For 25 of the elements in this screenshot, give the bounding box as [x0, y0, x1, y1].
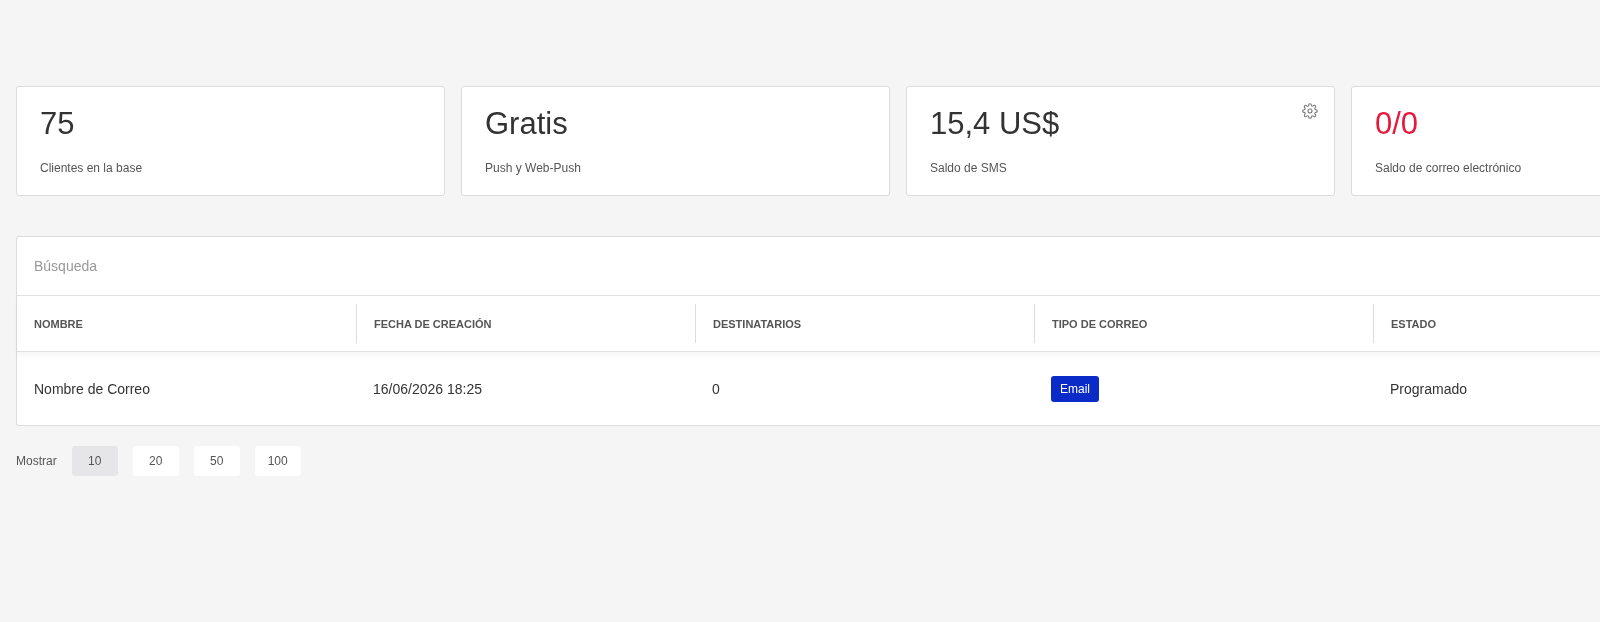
page-size-button[interactable]: 100 — [254, 446, 301, 476]
column-header: FECHA DE CREACIÓN — [356, 304, 695, 343]
page-size-label: Mostrar — [16, 454, 57, 468]
table-cell-text: Nombre de Correo — [33, 380, 151, 397]
table-cell-text: 0 — [711, 380, 721, 397]
page-size-button[interactable]: 20 — [132, 446, 179, 476]
column-header: TIPO DE CORREO — [1034, 304, 1373, 343]
table-cell-text: Programado — [1389, 380, 1469, 397]
page-size-button[interactable]: 10 — [71, 446, 118, 476]
column-header: ESTADO — [1373, 304, 1600, 343]
page-size-button[interactable]: 50 — [193, 446, 240, 476]
column-header: NOMBRE — [33, 316, 84, 332]
stat-value: Gratis — [485, 105, 569, 143]
stat-value: 0/0 — [1375, 105, 1420, 143]
table-cell-text: 16/06/2026 18:25 — [372, 380, 483, 397]
stat-value: 15,4 US$ — [930, 105, 1061, 143]
stat-label: Saldo de SMS — [930, 161, 1008, 175]
settings-icon[interactable] — [1302, 103, 1318, 119]
stat-label: Clientes en la base — [40, 161, 144, 175]
type-tag: Email — [1051, 375, 1099, 402]
stat-label: Saldo de correo electrónico — [1375, 161, 1523, 175]
search-field[interactable]: Búsqueda — [16, 236, 1600, 296]
stat-label: Push y Web-Push — [485, 161, 582, 175]
column-header: DESTINATARIOS — [695, 304, 1034, 343]
stat-value: 75 — [40, 105, 76, 143]
